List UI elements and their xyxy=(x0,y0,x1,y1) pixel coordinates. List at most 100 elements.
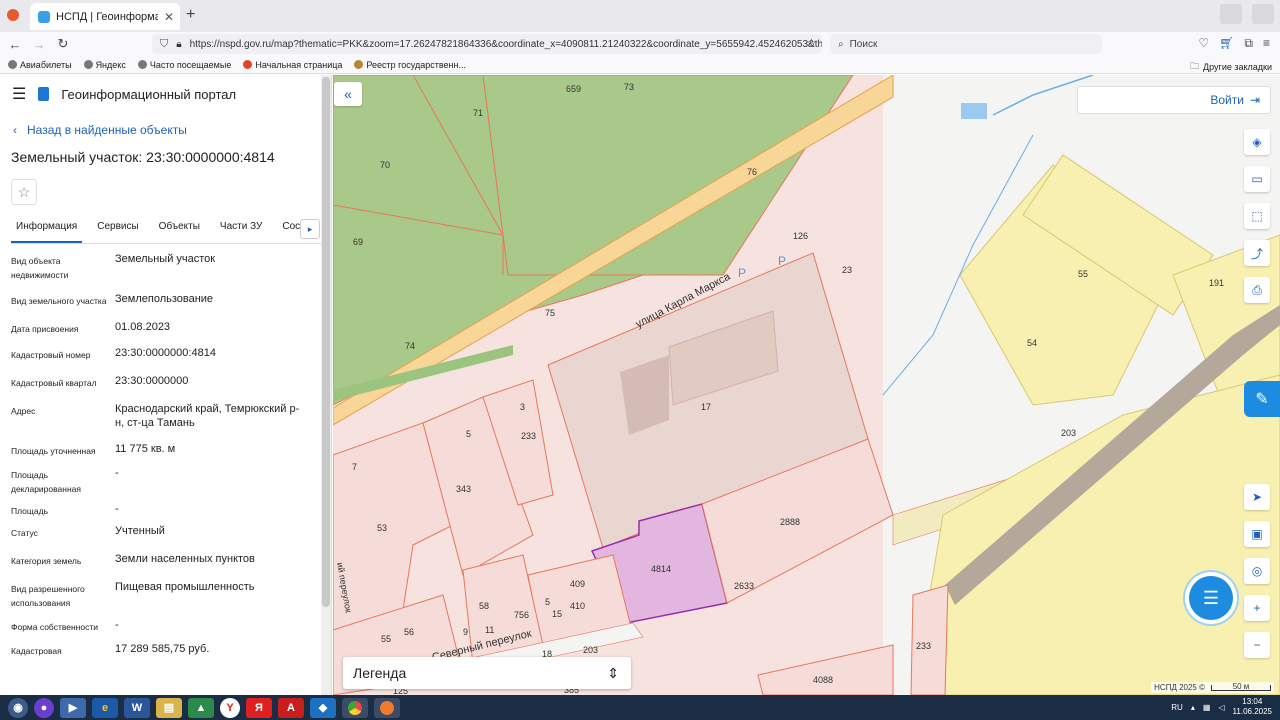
updown-chevron-icon: ⇕ xyxy=(607,664,619,681)
assistant-button[interactable]: ✎ xyxy=(1244,381,1280,417)
legend-dropdown[interactable]: Легенда ⇕ xyxy=(343,657,631,689)
close-tab-icon[interactable]: ✕ xyxy=(164,10,174,24)
scale-bar: 50 м xyxy=(1211,682,1271,691)
favorite-star-button[interactable]: ☆ xyxy=(11,179,37,205)
parcel-label: 55 xyxy=(1078,269,1088,279)
app-icon-alice[interactable]: ● xyxy=(34,697,54,718)
share-button[interactable]: ⤴ xyxy=(1244,240,1270,266)
star-icon: ☆ xyxy=(17,183,31,200)
property-row: Статус Учтенный xyxy=(11,525,165,538)
minimize-button[interactable] xyxy=(1220,4,1242,24)
clock[interactable]: 13:04 11.06.2025 xyxy=(1233,697,1272,717)
print-button[interactable]: ⎙ xyxy=(1244,277,1270,303)
scrollbar-thumb[interactable] xyxy=(322,77,330,607)
property-row: Категория земель Земли населенных пункто… xyxy=(11,553,255,566)
parking-mark: P xyxy=(738,266,746,280)
locate-button[interactable]: ➤ xyxy=(1244,484,1270,510)
property-row: Площадь декларированная - xyxy=(11,467,119,494)
reload-icon[interactable]: ↻ xyxy=(51,36,75,52)
network-icon[interactable]: ▦ xyxy=(1203,703,1211,712)
app-icon-word[interactable]: W xyxy=(124,697,150,718)
firefox-menu-icon[interactable] xyxy=(7,9,19,21)
parcel-label: 56 xyxy=(404,627,414,637)
bookmark-item[interactable]: Часто посещаемые xyxy=(137,60,231,70)
parcel-label: 75 xyxy=(545,308,555,318)
parcel-label: 3 xyxy=(520,402,525,412)
bookmark-item[interactable]: Реестр государственн... xyxy=(354,60,466,70)
tabs-scroll-right-button[interactable]: ▸ xyxy=(300,219,320,239)
app-icon-yandex[interactable]: Я xyxy=(246,697,272,718)
property-row: Площадь - xyxy=(11,503,119,516)
parcel-label: 203 xyxy=(583,645,598,655)
tab-objects[interactable]: Объекты xyxy=(154,219,205,243)
app-icon-chrome[interactable] xyxy=(342,697,368,718)
app-icon-gosuslugi[interactable]: ◆ xyxy=(310,697,336,718)
parcel-label: 9 xyxy=(463,627,468,637)
system-tray: RU ▴ ▦ ◁ 13:04 11.06.2025 xyxy=(1171,697,1272,717)
tab-title: НСПД | Геоинформационны xyxy=(56,10,158,23)
search-icon: ⌕ xyxy=(838,38,844,50)
bookmark-star-icon[interactable]: ☆ xyxy=(806,36,817,50)
print-icon: ⎙ xyxy=(1252,282,1262,297)
browser-tab[interactable]: НСПД | Геоинформационны ✕ xyxy=(30,3,180,30)
volume-icon[interactable]: ◁ xyxy=(1218,703,1224,712)
back-arrow-icon[interactable]: ← xyxy=(3,37,27,52)
extensions-icon[interactable]: ⧉ xyxy=(1244,36,1253,51)
parcel-label: 55 xyxy=(381,634,391,644)
ruler-button[interactable]: ▭ xyxy=(1244,166,1270,192)
parcel-label: 756 xyxy=(514,610,529,620)
property-row: Адрес Краснодарский край, Темрюкский р-н… xyxy=(11,403,300,429)
minimap-button[interactable]: ▣ xyxy=(1244,521,1270,547)
forward-arrow-icon[interactable]: → xyxy=(27,37,51,52)
tab-information[interactable]: Информация xyxy=(11,219,83,243)
parcel-label: 23 xyxy=(842,265,852,275)
map-canvas[interactable]: P P улица Карла Маркса Северный переулок… xyxy=(333,75,1280,695)
tab-parts[interactable]: Части ЗУ xyxy=(215,219,267,243)
parcel-label: 7 xyxy=(352,462,357,472)
bookmark-item[interactable]: Яндекс xyxy=(83,60,126,70)
property-row: Площадь уточненная 11 775 кв. м xyxy=(11,443,176,456)
geolocation-button[interactable]: ◎ xyxy=(1244,558,1270,584)
chat-button[interactable]: ☰ xyxy=(1189,576,1233,620)
parcel-label: 76 xyxy=(747,167,757,177)
map-view[interactable]: P P улица Карла Маркса Северный переулок… xyxy=(333,75,1280,695)
language-indicator[interactable]: RU xyxy=(1171,703,1183,712)
back-link[interactable]: ‹ Назад в найденные объекты xyxy=(13,123,331,137)
menu-icon[interactable]: ≡ xyxy=(1263,36,1270,51)
bookmark-item[interactable]: Начальная страница xyxy=(243,60,342,70)
tray-arrow-icon[interactable]: ▴ xyxy=(1191,703,1195,712)
zoom-in-button[interactable]: + xyxy=(1244,595,1270,621)
app-icon-explorer[interactable]: ▤ xyxy=(156,697,182,718)
other-bookmarks[interactable]: 🗀 Другие закладки xyxy=(1190,59,1272,75)
bookmark-item[interactable]: Авиабилеты xyxy=(8,60,72,70)
parcel-label: 233 xyxy=(521,431,536,441)
parcel-label: 659 xyxy=(566,84,581,94)
select-area-button[interactable]: ⬚ xyxy=(1244,203,1270,229)
collapse-panel-button[interactable]: « xyxy=(334,82,362,106)
app-icon-firefox[interactable] xyxy=(374,697,400,718)
property-row: Вид земельного участка Землепользование xyxy=(11,293,214,306)
login-button[interactable]: Войти ⇥ xyxy=(1077,86,1271,114)
app-icon-media[interactable]: ▶ xyxy=(60,697,86,718)
layers-button[interactable]: ◈ xyxy=(1244,129,1270,155)
app-icon-yandex-browser[interactable]: Y xyxy=(220,697,240,718)
site-favicon-icon xyxy=(38,10,50,23)
panel-scrollbar[interactable] xyxy=(321,75,331,695)
hamburger-menu-icon[interactable]: ☰ xyxy=(12,84,26,104)
zoom-out-button[interactable]: − xyxy=(1244,632,1270,658)
app-icon-maps[interactable]: ▲ xyxy=(188,697,214,718)
new-tab-icon[interactable]: + xyxy=(186,6,195,24)
parcel-label: 409 xyxy=(570,579,585,589)
parcel-label: 4088 xyxy=(813,675,833,685)
address-bar[interactable]: ⛉ 🔒︎ https://nspd.gov.ru/map?thematic=PK… xyxy=(152,34,822,54)
app-icon-acrobat[interactable]: A xyxy=(278,697,304,718)
pocket-icon[interactable]: ♡ xyxy=(1198,36,1209,51)
property-row: Кадастровая 17 289 585,75 руб. xyxy=(11,643,210,656)
app-icon-ie[interactable]: e xyxy=(92,697,118,718)
maximize-button[interactable] xyxy=(1252,4,1274,24)
search-input[interactable]: ⌕ Поиск xyxy=(830,34,1102,54)
ruler-icon: ▭ xyxy=(1251,172,1263,186)
start-icon[interactable]: ◉ xyxy=(8,697,28,718)
cart-icon[interactable]: 🛒︎ xyxy=(1219,36,1234,51)
tab-services[interactable]: Сервисы xyxy=(92,219,143,243)
